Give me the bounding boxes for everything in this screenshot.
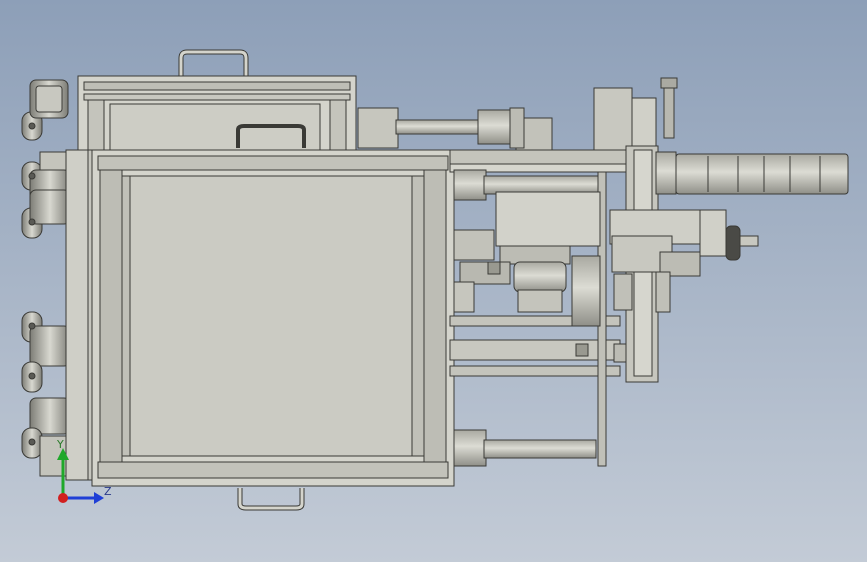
axis-arrow-y [57,448,69,498]
front-panel [129,175,413,457]
main-actuator-cylinder [655,151,849,195]
axis-y-label: Y [57,438,64,451]
caster-wheel-1 [21,79,69,141]
upper-cylinder [357,107,553,151]
cad-3d-viewport[interactable]: Y Z [0,0,867,562]
upper-crossbeam [449,149,635,165]
axis-z-label: Z [104,485,112,498]
caster-wheel-4 [21,311,71,367]
caster-wheel-3 [21,189,71,239]
axis-arrow-z [63,492,104,504]
axis-origin-dot [58,493,68,503]
bottom-handle [237,488,305,511]
right-cylinder-lower [453,429,597,467]
adjustment-knob [725,225,759,261]
caster-wheel-5 [21,361,43,393]
cad-assembly-model[interactable] [0,0,867,562]
rear-frame [77,75,357,155]
top-handle [178,49,249,76]
main-frame [91,149,455,487]
